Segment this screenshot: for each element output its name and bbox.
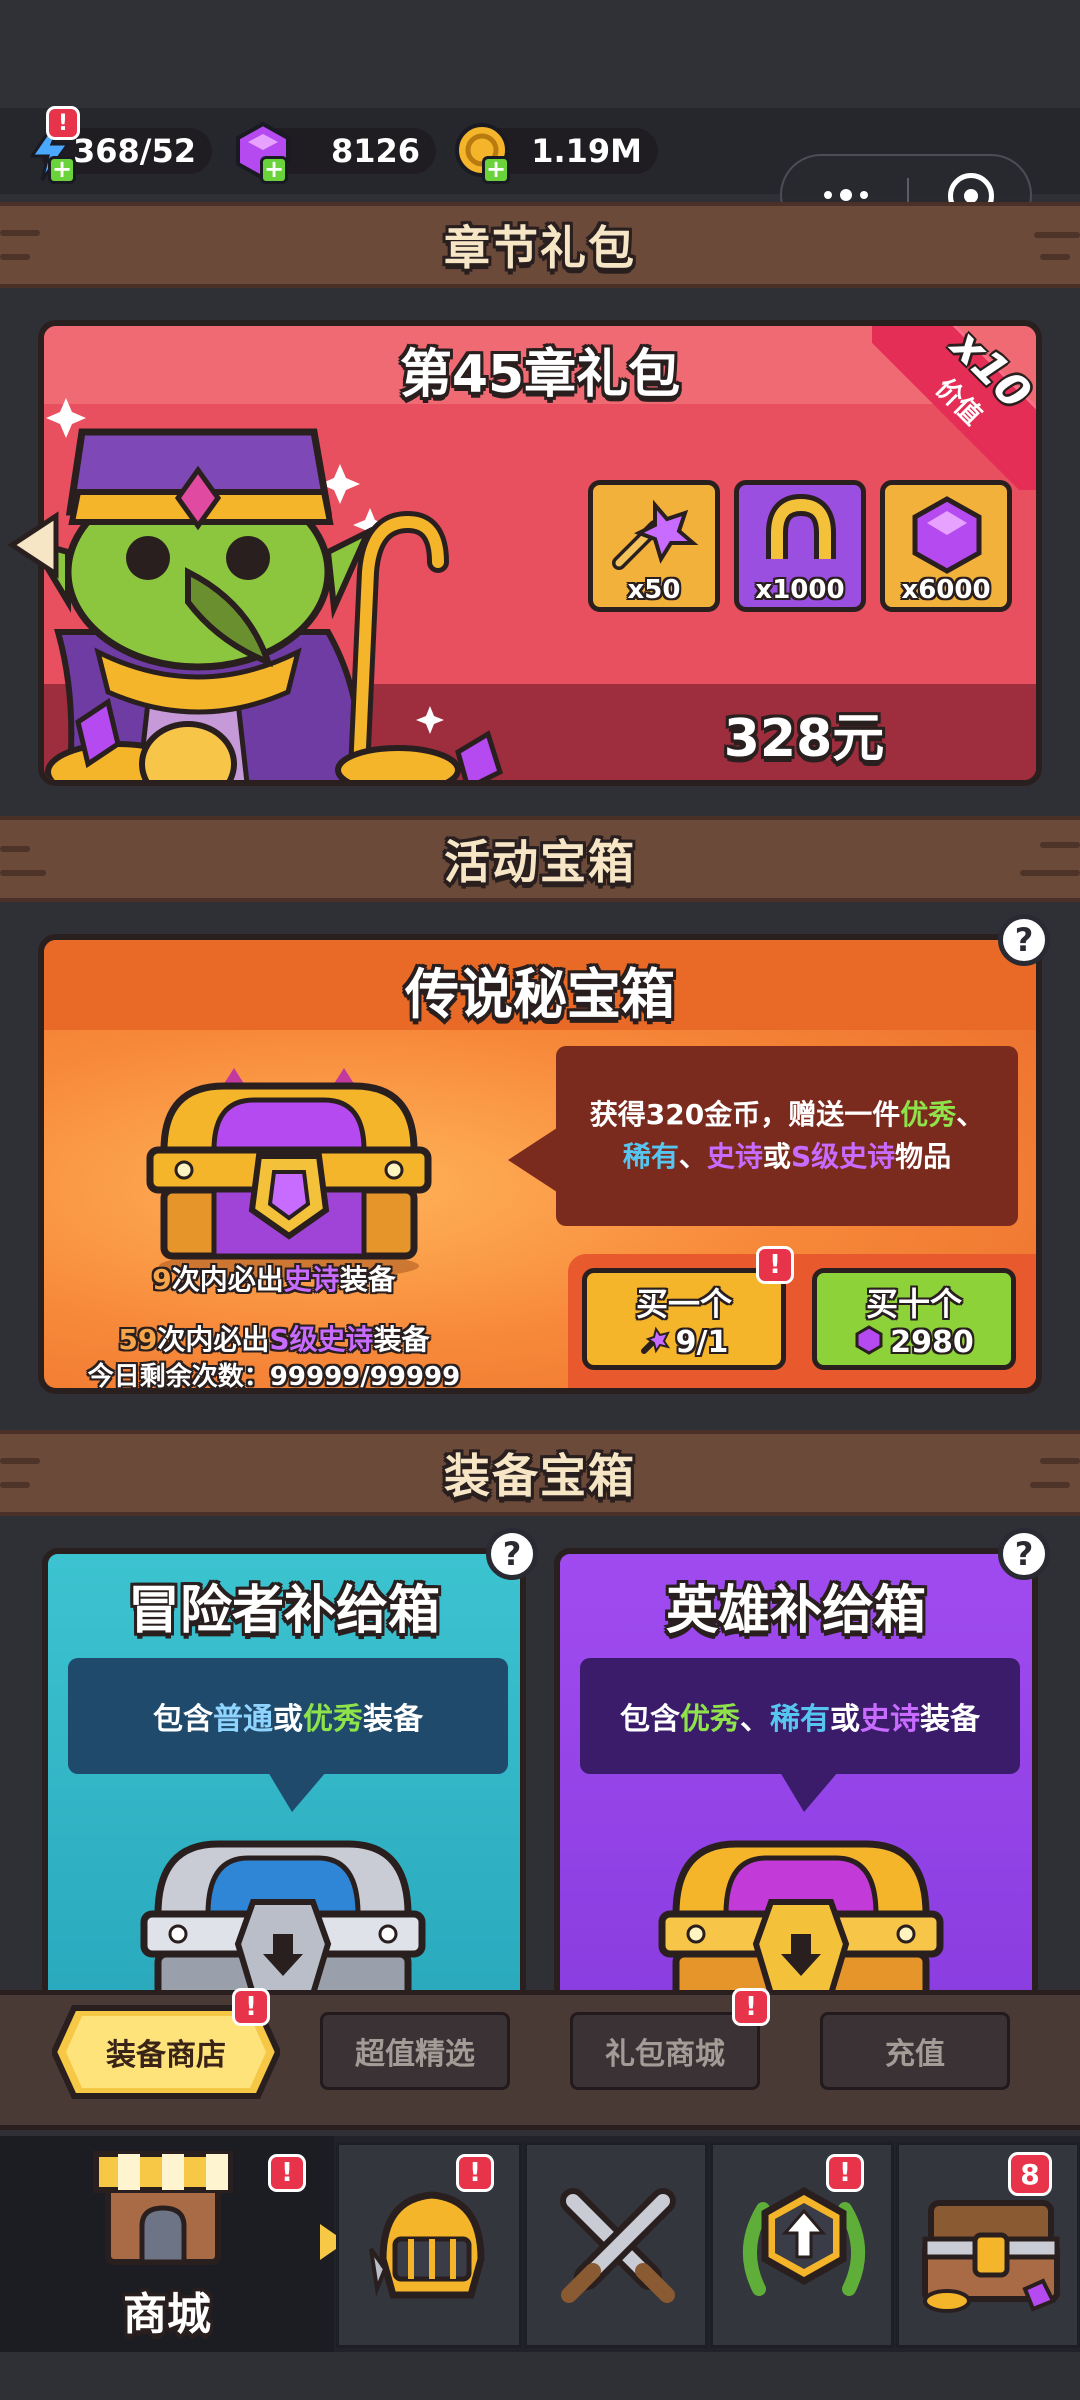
scepter-key-icon (640, 1325, 670, 1359)
reward-qty: x50 (627, 575, 681, 605)
section-banner-equipment-chest: 装备宝箱 (0, 1430, 1080, 1516)
gold-chest-illustration (656, 1824, 946, 2002)
reward-item[interactable]: x1000 (734, 480, 866, 612)
remaining-count-text: 今日剩余次数：99999/99999 (87, 1362, 461, 1392)
adventurer-box-help-icon[interactable]: ? (486, 1528, 538, 1580)
reward-qty: x6000 (901, 575, 991, 605)
nav-equipment-alert-badge: ! (456, 2154, 494, 2192)
gem-plus-icon[interactable]: + (260, 156, 288, 184)
gem-value: 8126 (330, 132, 420, 170)
adventurer-box-card[interactable]: 冒险者补给箱 包含 普通或优秀 装备 (42, 1548, 526, 2008)
nav-equipment[interactable] (336, 2142, 522, 2348)
goblin-merchant-illustration (44, 372, 518, 780)
energy-alert-badge: ! (46, 106, 80, 140)
buy-one-label: 买一个 (635, 1284, 732, 1323)
section-title: 装备宝箱 (444, 1449, 636, 1503)
adventurer-box-title: 冒险者补给箱 (127, 1581, 440, 1641)
legend-chest-title: 传说秘宝箱 (405, 963, 675, 1026)
game-shop-screen: 368/52 + ! 8126 + 1.19M + 章节礼包 第45章礼包 x1… (0, 0, 1080, 2400)
reward-item[interactable]: x50 (588, 480, 720, 612)
section-banner-chapter-pack: 章节礼包 (0, 202, 1080, 288)
tab-gift-pack-alert-badge: ! (732, 1988, 770, 2026)
energy-value: 368/52 (72, 132, 196, 170)
gem-icon (854, 1325, 884, 1359)
nav-shop-label: 商城 (123, 2289, 211, 2340)
nav-battle[interactable] (524, 2142, 708, 2348)
hero-box-title: 英雄补给箱 (665, 1581, 926, 1641)
tab-recharge[interactable]: 充值 (820, 2012, 1010, 2090)
scepter-key-icon (609, 493, 699, 573)
legend-chest-desc-line1: 获得320金币，赠送一件优秀、 (589, 1098, 985, 1131)
purple-gem-icon (907, 495, 987, 575)
hero-box-help-icon[interactable]: ? (998, 1528, 1050, 1580)
reward-qty: x1000 (755, 575, 845, 605)
adventurer-box-desc: 包含 普通或优秀 装备 (68, 1658, 508, 1812)
tab-value-picks[interactable]: 超值精选 (320, 2012, 510, 2090)
silver-chest-illustration (138, 1824, 428, 2002)
nav-treasure-count-badge: 8 (1008, 2152, 1052, 2196)
pity-s-epic-text: 59次内必出S级史诗装备 (118, 1323, 430, 1356)
legend-chest-illustration (144, 1060, 434, 1280)
horseshoe-icon (759, 493, 843, 573)
energy-plus-icon[interactable]: + (48, 156, 76, 184)
nav-shop-alert-badge: ! (268, 2154, 306, 2192)
prev-pack-arrow-icon[interactable] (6, 510, 62, 580)
buy-one-alert-badge: ! (756, 1246, 794, 1284)
legend-chest-card: 传说秘宝箱 获得320金币，赠送一件优秀、 稀有、史诗或S级史诗物品 9次内必出… (38, 934, 1042, 1394)
buy-ten-button[interactable]: 买十个 2980 (812, 1268, 1016, 1370)
tab-label: 礼包商城 (605, 2037, 725, 2072)
pity-epic-text: 9次内必出史诗装备 (152, 1263, 396, 1296)
buy-one-button[interactable]: 买一个 9/1 (582, 1268, 786, 1370)
buy-one-cost: 9/1 (675, 1324, 729, 1360)
system-bottom-area (0, 2352, 1080, 2400)
nav-upgrade[interactable] (710, 2142, 894, 2348)
tab-label: 装备商店 (106, 2038, 226, 2073)
tab-label: 超值精选 (355, 2037, 475, 2072)
section-banner-event-chest: 活动宝箱 (0, 816, 1080, 902)
reward-item[interactable]: x6000 (880, 480, 1012, 612)
gold-plus-icon[interactable]: + (482, 156, 510, 184)
section-title: 活动宝箱 (444, 835, 636, 889)
tab-gift-pack-mall[interactable]: 礼包商城 (570, 2012, 760, 2090)
legend-chest-desc-bubble: 获得320金币，赠送一件优秀、 稀有、史诗或S级史诗物品 (508, 1046, 1018, 1226)
buy-ten-label: 买十个 (865, 1284, 962, 1323)
tab-label: 充值 (885, 2037, 945, 2072)
shop-stall-icon (88, 2136, 238, 2266)
tab-equipment-shop-alert-badge: ! (232, 1988, 270, 2026)
hero-box-desc: 包含 优秀、稀有或史诗 装备 (580, 1658, 1020, 1812)
chapter-pack-price[interactable]: 328元 (654, 696, 954, 771)
section-title: 章节礼包 (444, 221, 636, 275)
treasure-chest-icon (919, 2185, 1063, 2315)
legend-chest-desc-line2: 稀有、史诗或S级史诗物品 (622, 1140, 952, 1173)
hero-box-card[interactable]: 英雄补给箱 包含 优秀、稀有或史诗 装备 (554, 1548, 1038, 2008)
crossed-swords-icon (553, 2181, 683, 2311)
gold-value: 1.19M (531, 132, 642, 170)
upgrade-arrow-icon (739, 2179, 869, 2309)
nav-upgrade-alert-badge: ! (826, 2154, 864, 2192)
legend-chest-help-icon[interactable]: ? (998, 914, 1050, 966)
value-ribbon: x10 价值 (872, 326, 1036, 490)
nav-treasure[interactable] (896, 2142, 1080, 2348)
chapter-pack-card[interactable]: 第45章礼包 x10 价值 x50 x1000 x6000 328元 (38, 320, 1042, 786)
buy-ten-cost: 2980 (890, 1324, 974, 1360)
status-bar (0, 0, 1080, 108)
knight-helmet-icon (367, 2179, 497, 2309)
